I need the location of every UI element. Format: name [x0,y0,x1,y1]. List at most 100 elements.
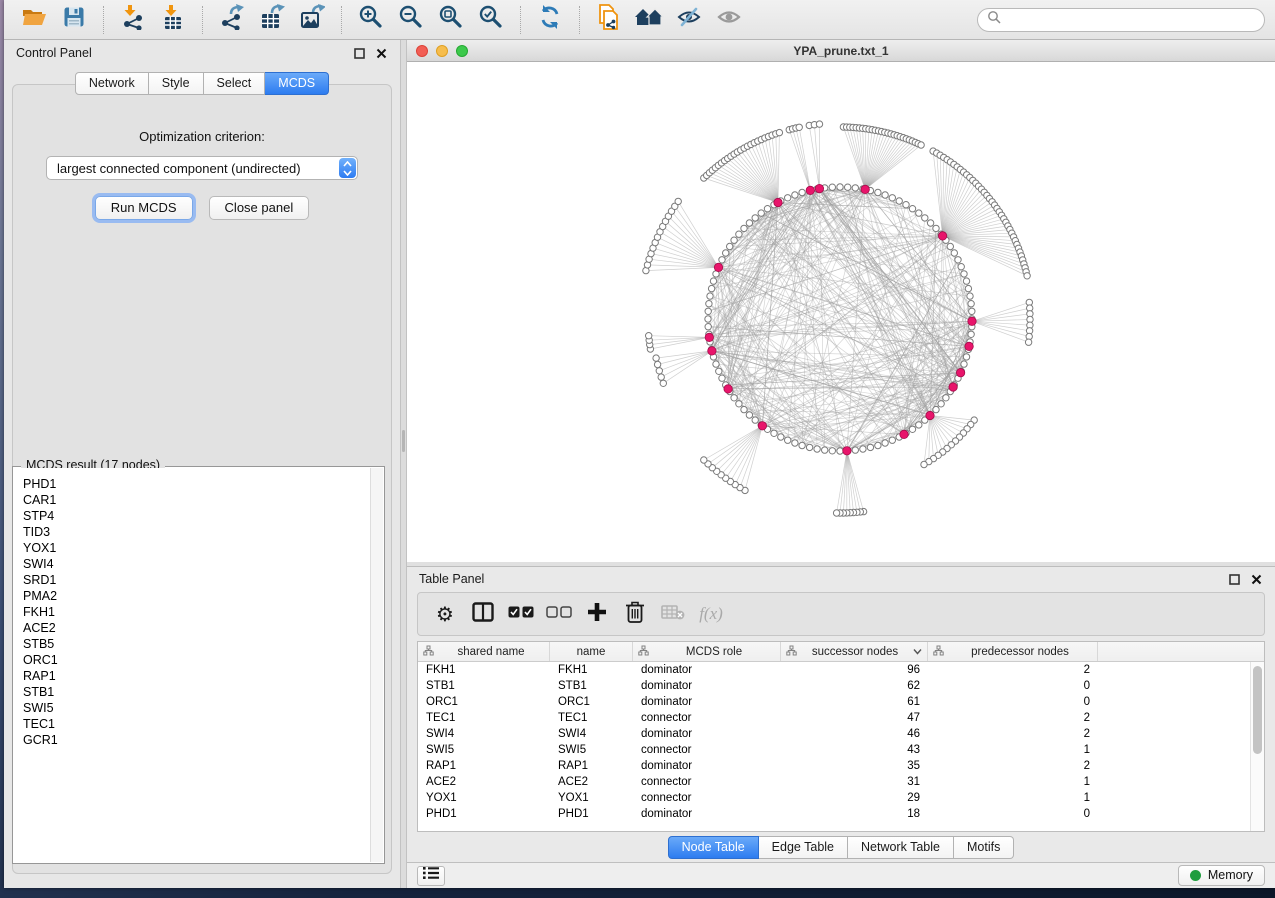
cell-mcds-role[interactable]: dominator [633,696,781,708]
network-node[interactable] [965,285,971,291]
network-node[interactable] [719,375,725,381]
table-row[interactable]: SWI4SWI4dominator462 [418,726,1264,742]
mcds-hub-node[interactable] [724,385,732,393]
network-node[interactable] [708,285,714,291]
network-node[interactable] [796,124,802,130]
network-node[interactable] [646,333,652,339]
network-node[interactable] [922,215,928,221]
unselect-all-columns-button[interactable] [544,599,574,629]
open-session-button[interactable] [14,3,54,37]
mcds-hub-node[interactable] [938,232,946,240]
column-header-shared-name[interactable]: shared name [418,642,550,661]
zoom-out-button[interactable] [391,3,431,37]
column-header-predecessor-nodes[interactable]: predecessor nodes [928,642,1098,661]
table-row[interactable]: ACE2ACE2connector311 [418,774,1264,790]
network-node[interactable] [903,202,909,208]
cell-mcds-role[interactable]: dominator [633,760,781,772]
table-row[interactable]: TEC1TEC1connector472 [418,710,1264,726]
column-header-successor-nodes[interactable]: successor nodes [781,642,928,661]
table-tab-network-table[interactable]: Network Table [848,836,954,859]
mcds-node-item[interactable]: STP4 [23,508,369,524]
network-node[interactable] [701,457,707,463]
task-history-button[interactable] [417,866,445,886]
mcds-hub-node[interactable] [708,347,716,355]
table-row[interactable]: ORC1ORC1dominator610 [418,694,1264,710]
network-node[interactable] [806,444,812,450]
network-node[interactable] [829,184,835,190]
table-tab-edge-table[interactable]: Edge Table [759,836,848,859]
network-node[interactable] [963,354,969,360]
cell-successor-nodes[interactable]: 35 [781,760,928,772]
cell-predecessor-nodes[interactable]: 1 [928,792,1098,804]
close-table-panel-icon[interactable] [1250,573,1263,586]
cell-successor-nodes[interactable]: 62 [781,680,928,692]
network-node[interactable] [938,401,944,407]
network-node[interactable] [723,250,729,256]
show-graphics-details-button[interactable] [709,3,749,37]
network-node[interactable] [792,192,798,198]
cell-name[interactable]: SWI5 [550,744,633,756]
network-node[interactable] [705,316,711,322]
network-node[interactable] [799,442,805,448]
network-node[interactable] [705,308,711,314]
zoom-selected-button[interactable] [471,3,511,37]
minimize-window-icon[interactable] [436,45,448,57]
network-node[interactable] [719,257,725,263]
cell-shared-name[interactable]: PHD1 [418,808,550,820]
memory-button[interactable]: Memory [1178,865,1265,886]
cell-successor-nodes[interactable]: 31 [781,776,928,788]
network-node[interactable] [882,440,888,446]
network-node[interactable] [833,510,839,516]
cell-predecessor-nodes[interactable]: 0 [928,696,1098,708]
cell-name[interactable]: FKH1 [550,664,633,676]
network-node[interactable] [741,406,747,412]
network-node[interactable] [968,331,974,337]
network-node[interactable] [752,417,758,423]
tab-mcds[interactable]: MCDS [265,72,329,95]
cell-successor-nodes[interactable]: 18 [781,808,928,820]
cell-predecessor-nodes[interactable]: 2 [928,664,1098,676]
table-row[interactable]: FKH1FKH1dominator962 [418,662,1264,678]
cell-name[interactable]: PHD1 [550,808,633,820]
mcds-node-item[interactable]: STB5 [23,636,369,652]
mcds-node-item[interactable]: CAR1 [23,492,369,508]
network-node[interactable] [705,324,711,330]
network-node[interactable] [752,215,758,221]
cell-name[interactable]: ORC1 [550,696,633,708]
network-node[interactable] [816,121,822,127]
table-row[interactable]: RAP1RAP1dominator352 [418,758,1264,774]
mcds-hub-node[interactable] [926,411,934,419]
network-node[interactable] [933,406,939,412]
tab-style[interactable]: Style [149,72,204,95]
mcds-hub-node[interactable] [949,383,957,391]
network-node[interactable] [778,434,784,440]
mcds-node-item[interactable]: ORC1 [23,652,369,668]
network-node[interactable] [658,374,664,380]
network-node[interactable] [792,440,798,446]
mcds-hub-node[interactable] [900,430,908,438]
cell-predecessor-nodes[interactable]: 2 [928,728,1098,740]
table-options-button[interactable]: ⚙ [430,599,460,629]
network-node[interactable] [852,447,858,453]
import-network-button[interactable] [113,3,153,37]
mcds-hub-node[interactable] [774,198,782,206]
network-node[interactable] [675,198,681,204]
float-panel-icon[interactable] [353,47,366,60]
network-node[interactable] [845,184,851,190]
network-node[interactable] [921,461,927,467]
cell-shared-name[interactable]: TEC1 [418,712,550,724]
network-node[interactable] [860,446,866,452]
clone-network-button[interactable] [589,3,629,37]
mcds-hub-node[interactable] [956,369,964,377]
mcds-node-item[interactable]: ACE2 [23,620,369,636]
column-header-name[interactable]: name [550,642,633,661]
close-panel-icon[interactable] [375,47,388,60]
delete-column-button[interactable] [620,599,650,629]
cell-predecessor-nodes[interactable]: 0 [928,680,1098,692]
cell-name[interactable]: YOX1 [550,792,633,804]
cell-successor-nodes[interactable]: 47 [781,712,928,724]
cell-successor-nodes[interactable]: 46 [781,728,928,740]
network-node[interactable] [799,189,805,195]
network-node[interactable] [933,225,939,231]
mcds-node-item[interactable]: PHD1 [23,476,369,492]
